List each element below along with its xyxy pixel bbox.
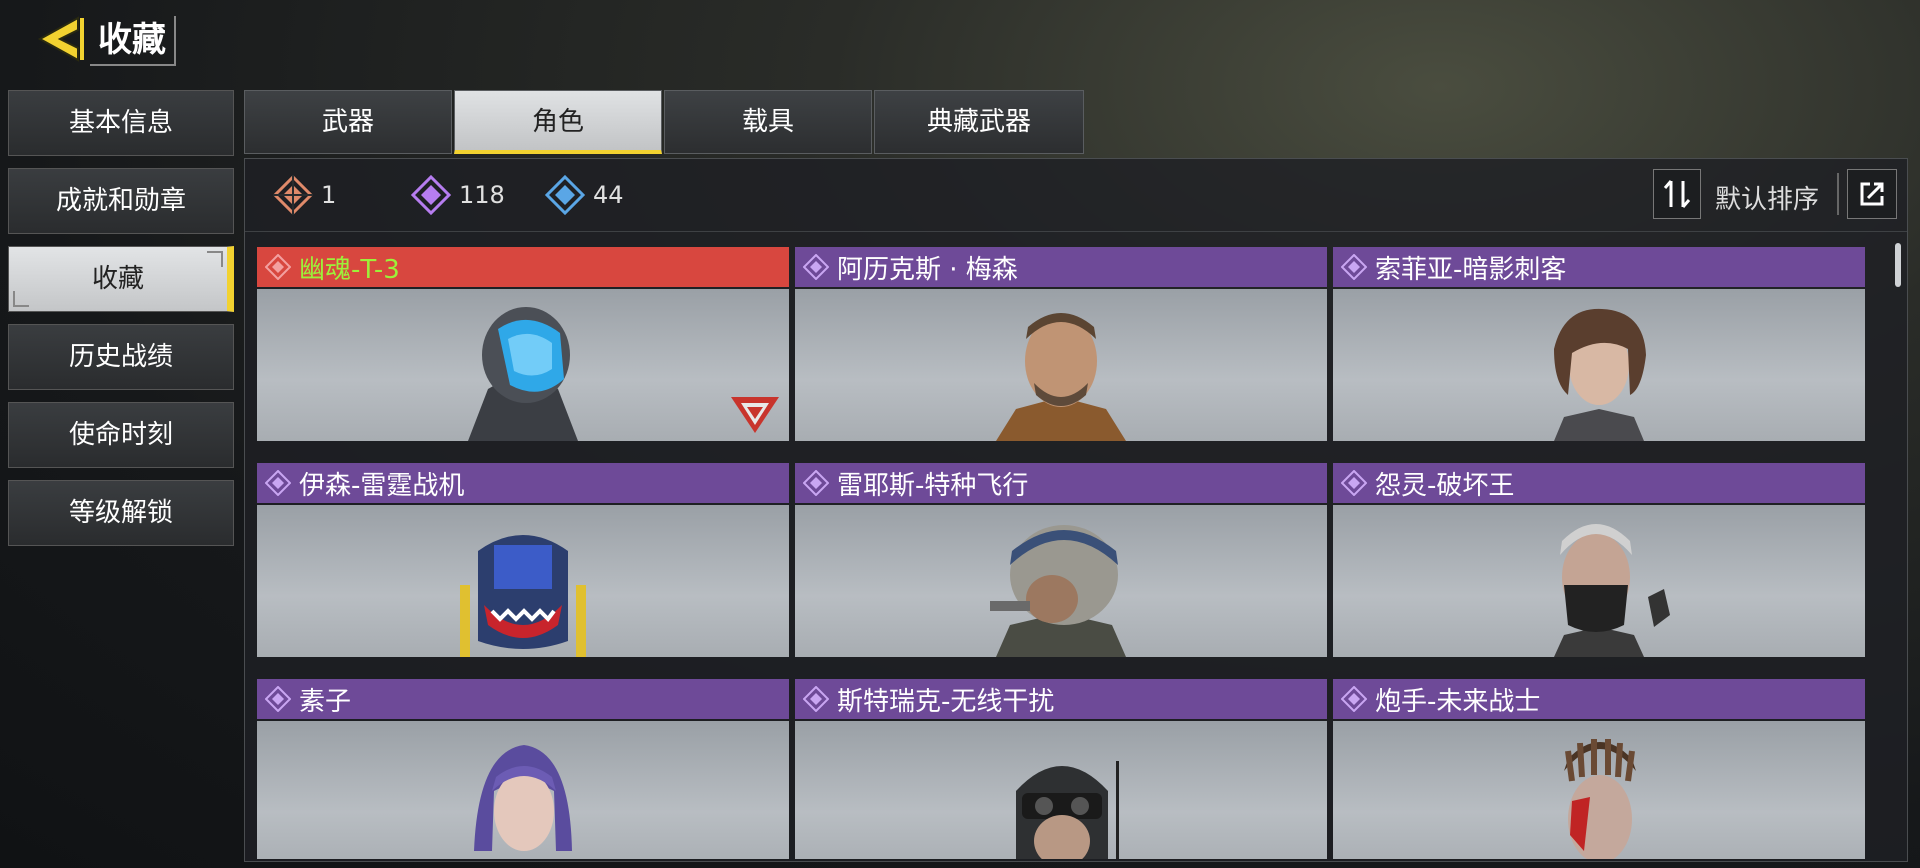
character-portrait-icon (1554, 524, 1670, 657)
character-card[interactable]: 雷耶斯-特种飞行 (795, 463, 1327, 657)
card-header: 雷耶斯-特种飞行 (795, 463, 1327, 503)
character-name: 素子 (299, 686, 352, 717)
character-portrait-icon (1016, 761, 1119, 859)
tab-weapons[interactable]: 武器 (244, 90, 452, 154)
export-button[interactable] (1847, 169, 1897, 219)
card-header: 阿历克斯 · 梅森 (795, 247, 1327, 287)
character-name: 幽魂-T-3 (299, 254, 400, 285)
card-header: 伊森-雷霆战机 (257, 463, 789, 503)
card-portrait-area (1333, 721, 1865, 859)
character-portrait-icon (468, 307, 578, 441)
tab-classic-weapons[interactable]: 典藏武器 (874, 90, 1084, 154)
card-header: 幽魂-T-3 (257, 247, 789, 287)
epic-rarity-icon (265, 686, 291, 712)
character-grid: 幽魂-T-3 阿历克斯 · 梅森 索菲亚-暗影刺客 伊森-雷霆战机 雷耶斯-特种… (245, 233, 1909, 859)
sidebar-item-achievements[interactable]: 成就和勋章 (8, 168, 234, 234)
page-title: 收藏 (90, 16, 176, 66)
legendary-badge-icon (731, 397, 779, 433)
card-header: 怨灵-破坏王 (1333, 463, 1865, 503)
character-name: 雷耶斯-特种飞行 (837, 470, 1029, 501)
tab-characters[interactable]: 角色 (454, 90, 662, 154)
legendary-count-value: 1 (321, 181, 337, 209)
character-portrait-icon (1564, 739, 1636, 859)
card-portrait-area (257, 721, 789, 859)
legendary-rarity-icon (265, 254, 291, 280)
character-card[interactable]: 伊森-雷霆战机 (257, 463, 789, 657)
character-card[interactable]: 幽魂-T-3 (257, 247, 789, 441)
character-card[interactable]: 斯特瑞克-无线干扰 (795, 679, 1327, 859)
character-name: 怨灵-破坏王 (1375, 470, 1515, 501)
divider (1837, 173, 1839, 215)
character-card[interactable]: 索菲亚-暗影刺客 (1333, 247, 1865, 441)
card-header: 索菲亚-暗影刺客 (1333, 247, 1865, 287)
back-arrow-icon (37, 16, 84, 62)
card-header: 素子 (257, 679, 789, 719)
rare-count-value: 44 (593, 181, 624, 209)
sidebar-item-label: 历史战绩 (68, 342, 173, 372)
character-portrait-icon (996, 313, 1126, 441)
card-portrait-area (795, 505, 1327, 657)
character-name: 阿历克斯 · 梅森 (837, 254, 1018, 285)
card-portrait-area (257, 289, 789, 441)
epic-rarity-icon (411, 175, 451, 215)
epic-rarity-icon (1341, 686, 1367, 712)
card-header: 炮手-未来战士 (1333, 679, 1865, 719)
sidebar-item-label: 等级解锁 (68, 498, 173, 528)
collection-panel: 1 118 44 默认排序 幽魂-T-3 阿历克斯 · 梅森 索菲亚-暗影刺客 … (244, 158, 1908, 862)
rare-rarity-icon (545, 175, 585, 215)
epic-rarity-icon (1341, 254, 1367, 280)
character-card[interactable]: 怨灵-破坏王 (1333, 463, 1865, 657)
corner-bracket (13, 291, 29, 307)
card-portrait-area (257, 505, 789, 657)
tab-vehicles[interactable]: 载具 (664, 90, 872, 154)
rare-count: 44 (545, 175, 624, 215)
legendary-count: 1 (273, 175, 337, 215)
epic-rarity-icon (803, 254, 829, 280)
epic-count: 118 (411, 175, 505, 215)
character-card[interactable]: 炮手-未来战士 (1333, 679, 1865, 859)
sort-icon (1663, 180, 1691, 208)
character-name: 索菲亚-暗影刺客 (1375, 254, 1567, 285)
sidebar-item-collection[interactable]: 收藏 (8, 246, 234, 312)
card-portrait-area (795, 289, 1327, 441)
character-portrait-icon (460, 535, 586, 657)
stats-bar: 1 118 44 默认排序 (245, 159, 1907, 232)
sidebar-item-moments[interactable]: 使命时刻 (8, 402, 234, 468)
back-button[interactable] (34, 14, 90, 64)
character-portrait-icon (474, 745, 572, 851)
character-name: 炮手-未来战士 (1375, 686, 1541, 717)
sidebar-item-level-unlock[interactable]: 等级解锁 (8, 480, 234, 546)
character-portrait-icon (1554, 308, 1646, 441)
card-header: 斯特瑞克-无线干扰 (795, 679, 1327, 719)
sort-label[interactable]: 默认排序 (1715, 179, 1819, 216)
epic-rarity-icon (1341, 470, 1367, 496)
epic-rarity-icon (803, 470, 829, 496)
character-name: 斯特瑞克-无线干扰 (837, 686, 1055, 717)
sidebar-item-label: 使命时刻 (68, 420, 173, 450)
character-card[interactable]: 阿历克斯 · 梅森 (795, 247, 1327, 441)
epic-count-value: 118 (459, 181, 505, 209)
character-name: 伊森-雷霆战机 (299, 470, 465, 501)
export-icon (1860, 182, 1884, 206)
scrollbar[interactable] (1895, 243, 1901, 287)
sidebar-item-label: 成就和勋章 (55, 186, 186, 216)
sidebar-item-label: 收藏 (91, 264, 144, 294)
sidebar-item-history[interactable]: 历史战绩 (8, 324, 234, 390)
epic-rarity-icon (803, 686, 829, 712)
card-portrait-area (1333, 505, 1865, 657)
corner-bracket (207, 251, 223, 267)
card-portrait-area (795, 721, 1327, 859)
character-card[interactable]: 素子 (257, 679, 789, 859)
epic-rarity-icon (265, 470, 291, 496)
sidebar-item-basic-info[interactable]: 基本信息 (8, 90, 234, 156)
sort-button[interactable] (1653, 169, 1701, 219)
character-portrait-icon (990, 525, 1126, 657)
card-portrait-area (1333, 289, 1865, 441)
legendary-rarity-icon (273, 175, 313, 215)
sidebar-item-label: 基本信息 (68, 108, 173, 138)
